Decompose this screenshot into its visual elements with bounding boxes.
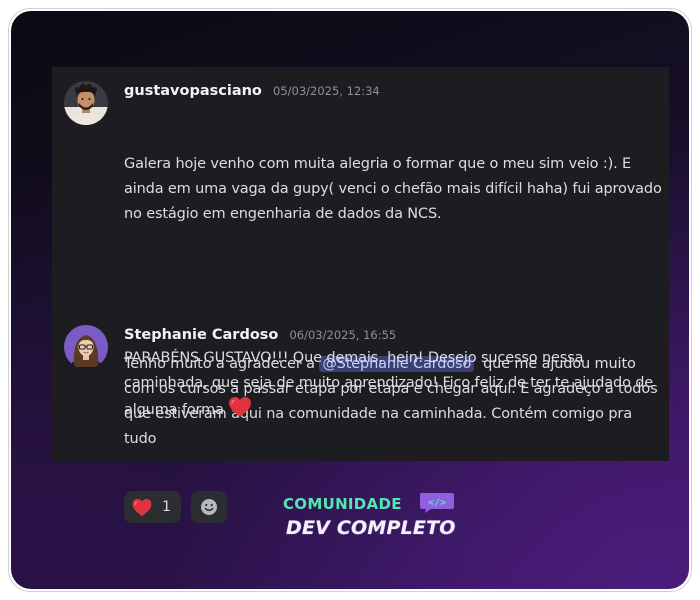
message-header: Stephanie Cardoso 06/03/2025, 16:55: [124, 323, 664, 345]
post-card: gustavopasciano 05/03/2025, 12:34 Galera…: [11, 11, 689, 589]
reaction-heart-button[interactable]: 1: [124, 491, 181, 523]
message-text: Galera hoje venho com muita alegria o fo…: [124, 102, 664, 502]
message-body: Stephanie Cardoso 06/03/2025, 16:55 PARA…: [124, 323, 664, 427]
message-paragraph: Galera hoje venho com muita alegria o fo…: [124, 156, 667, 222]
reaction-count: 1: [162, 499, 171, 515]
username[interactable]: Stephanie Cardoso: [124, 327, 278, 343]
avatar-gustavo[interactable]: [64, 81, 108, 125]
message-text: PARABÉNS GUSTAVO!!! Que demais, hein! De…: [124, 346, 664, 427]
brand-logo: COMUNIDADE </> DEV COMPLETO: [283, 493, 463, 545]
chat-panel: gustavopasciano 05/03/2025, 12:34 Galera…: [52, 67, 669, 523]
reactions-bar: 1: [124, 491, 232, 523]
message-body: gustavopasciano 05/03/2025, 12:34 Galera…: [124, 79, 664, 502]
brand-line2: DEV COMPLETO: [286, 517, 456, 539]
avatar-man-curly-hair-icon: [64, 81, 108, 125]
avatar-stephanie[interactable]: [64, 325, 108, 369]
red-heart-icon: [131, 498, 153, 521]
brand-line1: COMUNIDADE: [283, 495, 402, 513]
avatar-woman-glasses-icon: [64, 325, 108, 369]
username[interactable]: gustavopasciano: [124, 83, 262, 99]
add-reaction-icon: [199, 497, 219, 521]
message-paragraph: PARABÉNS GUSTAVO!!! Que demais, hein! De…: [124, 350, 658, 418]
add-reaction-button[interactable]: [191, 491, 228, 523]
code-badge-icon: </>: [419, 492, 455, 514]
timestamp[interactable]: 05/03/2025, 12:34: [273, 84, 380, 98]
svg-text:</>: </>: [428, 498, 446, 509]
timestamp[interactable]: 06/03/2025, 16:55: [289, 328, 396, 342]
message-header: gustavopasciano 05/03/2025, 12:34: [124, 79, 664, 101]
red-heart-icon: [228, 396, 252, 427]
